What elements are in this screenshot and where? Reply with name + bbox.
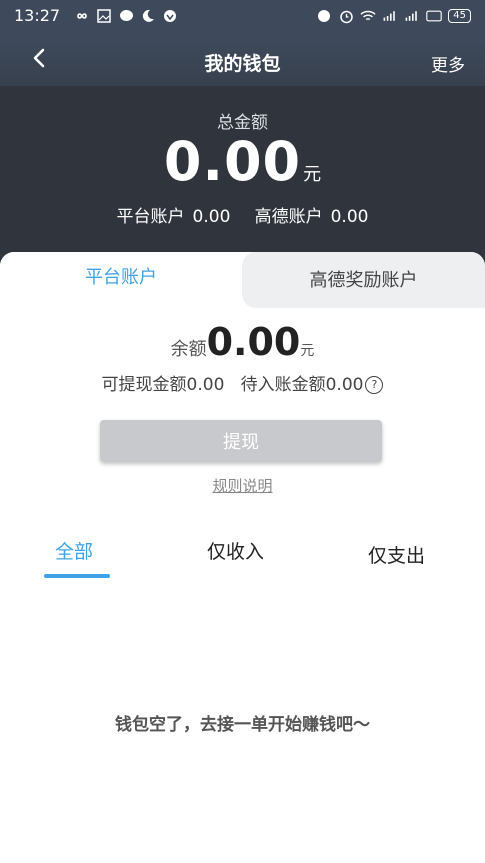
page-title: 我的钱包 xyxy=(204,53,281,75)
wallet-summary: 总金额 0.00 元 平台账户 0.00 高德账户 0.00 xyxy=(0,86,485,266)
shield-icon xyxy=(162,8,178,24)
moon-icon xyxy=(140,8,156,24)
gaode-account-amount: 0.00 xyxy=(330,207,369,227)
alarm-icon xyxy=(338,8,354,24)
active-tab-indicator xyxy=(44,574,110,578)
account-breakdown: 平台账户 0.00 高德账户 0.00 xyxy=(0,202,485,227)
total-amount: 0.00 xyxy=(163,130,302,193)
balance-unit: 元 xyxy=(300,343,315,359)
withdraw-button[interactable]: 提现 xyxy=(100,420,382,462)
withdrawable-label: 可提现金额 xyxy=(101,375,187,395)
withdrawable-amount: 0.00 xyxy=(186,375,225,395)
platform-account-label: 平台账户 xyxy=(116,207,185,227)
nfc-icon xyxy=(316,8,332,24)
app-header: 我的钱包 更多 xyxy=(0,36,485,86)
balance-amount: 0.00 xyxy=(206,320,301,364)
rules-link[interactable]: 规则说明 xyxy=(0,475,485,496)
image-icon xyxy=(96,8,112,24)
status-bar: 13:27 45 xyxy=(0,0,485,36)
pending-amount: 0.00 xyxy=(325,375,364,395)
infinity-icon xyxy=(74,8,90,24)
filter-tab-all[interactable]: 全部 xyxy=(55,537,93,564)
status-time: 13:27 xyxy=(14,6,61,25)
balance-row: 余额0.00元 xyxy=(0,320,485,364)
total-amount-row: 0.00 元 xyxy=(0,130,485,193)
balance-label: 余额 xyxy=(170,339,207,360)
empty-state-message: 钱包空了，去接一单开始赚钱吧～ xyxy=(115,715,370,735)
gaode-account-label: 高德账户 xyxy=(254,207,323,227)
filter-tab-expense[interactable]: 仅支出 xyxy=(368,541,425,568)
balance-details: 可提现金额0.00 待入账金额0.00? xyxy=(0,370,485,395)
pending-label: 待入账金额 xyxy=(240,375,326,395)
more-button[interactable]: 更多 xyxy=(431,51,465,76)
signal-4g-icon xyxy=(382,8,398,24)
hd-icon xyxy=(426,8,443,24)
platform-account-amount: 0.00 xyxy=(192,207,231,227)
signal-4g-icon xyxy=(404,8,420,24)
battery-indicator: 45 xyxy=(448,9,471,23)
tab-platform-account[interactable]: 平台账户 xyxy=(0,252,242,308)
tab-gaode-reward-account[interactable]: 高德奖励账户 xyxy=(242,252,485,308)
filter-tab-income[interactable]: 仅收入 xyxy=(207,537,264,564)
total-unit: 元 xyxy=(303,164,322,185)
wifi-icon xyxy=(360,8,376,24)
chat-icon xyxy=(118,8,134,24)
help-icon[interactable]: ? xyxy=(365,376,384,394)
